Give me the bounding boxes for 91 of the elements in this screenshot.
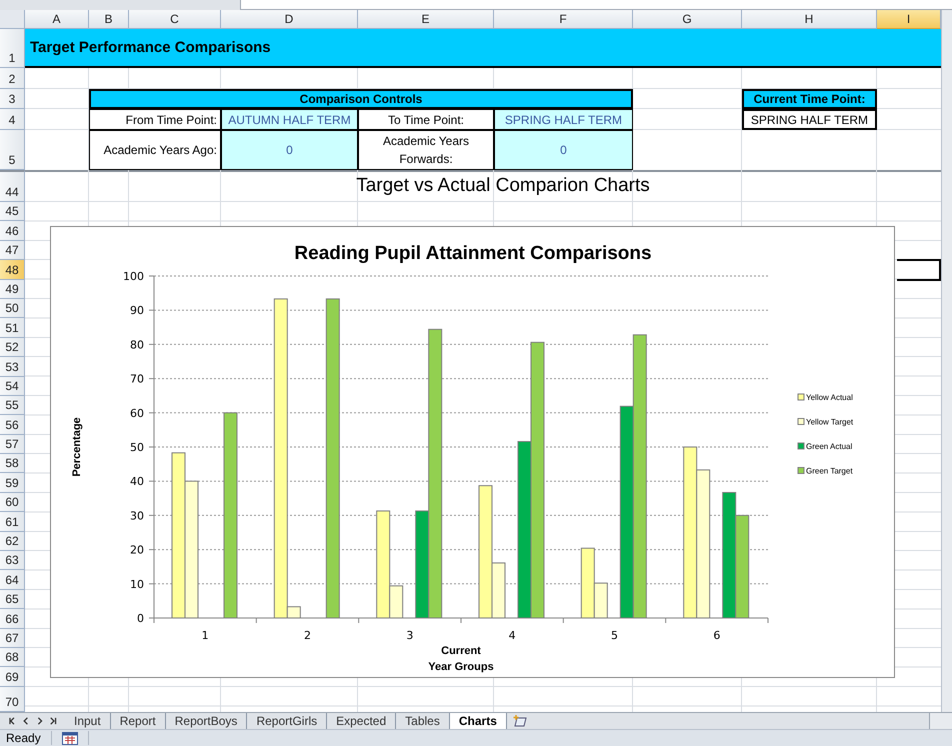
legend-entry: Green Actual [798, 442, 852, 451]
row-header[interactable]: 2 [0, 68, 25, 89]
legend-entry: Yellow Actual [798, 393, 853, 402]
legend-entry: Yellow Target [798, 418, 854, 426]
row-header[interactable]: 66 [0, 609, 25, 629]
legend-label: Green Actual [806, 442, 852, 451]
row-header[interactable]: 63 [0, 551, 25, 570]
controls-heading: Comparison Controls [89, 89, 633, 109]
y-tick-label: 60 [130, 406, 144, 420]
row-header[interactable]: 53 [0, 357, 25, 377]
legend-entry: Green Target [798, 466, 853, 476]
current-time-value: SPRING HALF TERM [742, 109, 877, 130]
row-header[interactable]: 57 [0, 434, 25, 454]
years-ago-field[interactable]: 0 [221, 130, 358, 170]
to-time-point-field[interactable]: SPRING HALF TERM [494, 109, 633, 130]
chart-title: Reading Pupil Attainment Comparisons [294, 243, 652, 264]
status-text: Ready [6, 731, 41, 745]
column-header[interactable]: B [89, 10, 129, 29]
row-header[interactable]: 45 [0, 202, 25, 222]
row-header[interactable]: 4 [0, 109, 25, 130]
sheet-tab[interactable]: Charts [450, 713, 507, 729]
row-header[interactable]: 50 [0, 298, 25, 318]
field-label: Academic Years Ago: [89, 130, 221, 170]
insert-sheet-icon[interactable] [512, 715, 528, 727]
y-tick-label: 10 [130, 578, 144, 591]
row-header[interactable]: 70 [0, 686, 25, 712]
last-sheet-icon[interactable] [50, 716, 59, 726]
row-header[interactable]: 49 [0, 280, 25, 299]
horizontal-scrollbar[interactable] [929, 713, 952, 729]
y-tick-label: 80 [130, 338, 144, 352]
column-header[interactable]: F [494, 10, 633, 29]
next-sheet-icon[interactable] [36, 716, 44, 726]
field-label: From Time Point: [89, 109, 221, 130]
years-forward-field[interactable]: 0 [494, 130, 633, 170]
row-header[interactable]: 68 [0, 648, 25, 668]
row-header[interactable]: 62 [0, 532, 25, 552]
row-header[interactable]: 1 [0, 29, 25, 68]
row-header[interactable]: 65 [0, 590, 25, 610]
row-header[interactable]: 3 [0, 89, 25, 109]
row-header[interactable]: 61 [0, 512, 25, 532]
row-header[interactable]: 46 [0, 221, 25, 241]
field-label: To Time Point: [358, 109, 494, 130]
row-header[interactable]: 52 [0, 338, 25, 358]
y-tick-label: 70 [130, 372, 144, 386]
row-header[interactable]: 47 [0, 240, 25, 260]
column-header[interactable]: A [25, 10, 89, 29]
y-tick-label: 40 [130, 475, 144, 488]
field-label: Academic Years Forwards: [358, 130, 494, 170]
row-header[interactable]: 67 [0, 628, 25, 648]
row-header[interactable]: 54 [0, 376, 25, 396]
y-tick-label: 30 [130, 509, 144, 522]
x-tick-label: 4 [508, 629, 516, 642]
from-time-point-field[interactable]: AUTUMN HALF TERM [221, 109, 358, 130]
row-header[interactable]: 58 [0, 454, 25, 474]
column-header[interactable]: E [358, 10, 494, 29]
x-tick-label: 2 [304, 629, 311, 642]
column-header[interactable]: D [221, 10, 358, 29]
vertical-scrollbar[interactable] [941, 10, 952, 712]
column-header[interactable]: I [877, 10, 941, 29]
charts-heading: Target vs Actual Comparion Charts [355, 174, 651, 198]
x-axis-title: Current Year Groups [428, 645, 494, 673]
row-header[interactable]: 64 [0, 570, 25, 590]
row-header[interactable]: 69 [0, 667, 25, 687]
y-tick-label: 0 [137, 612, 144, 625]
row-header[interactable]: 56 [0, 415, 25, 435]
column-header[interactable]: C [129, 10, 221, 29]
legend-label: Yellow Actual [806, 393, 854, 402]
legend-label: Green Target [806, 466, 854, 476]
x-tick-label: 1 [202, 629, 209, 642]
row-header[interactable]: 48 [0, 260, 25, 280]
column-header[interactable]: H [742, 10, 877, 29]
y-axis-title: Percentage [71, 417, 83, 477]
sheet-title: Target Performance Comparisons [25, 29, 941, 68]
row-header[interactable]: 55 [0, 396, 25, 416]
x-tick-label: 5 [611, 629, 618, 642]
current-time-heading: Current Time Point: [742, 89, 877, 109]
y-tick-label: 50 [130, 441, 144, 454]
row-header[interactable]: 60 [0, 492, 25, 512]
previous-sheet-icon[interactable] [20, 716, 30, 726]
row-header[interactable]: 44 [0, 170, 25, 202]
y-tick-label: 100 [123, 270, 144, 283]
y-tick-label: 90 [130, 304, 144, 318]
row-header[interactable]: 5 [0, 130, 25, 170]
y-tick-label: 20 [130, 544, 144, 557]
row-header[interactable]: 59 [0, 473, 25, 493]
x-tick-label: 3 [406, 629, 414, 642]
legend-label: Yellow Target [806, 418, 854, 426]
x-tick-label: 6 [713, 629, 720, 642]
spreadsheet-icon[interactable] [62, 732, 78, 744]
column-header[interactable]: G [633, 10, 742, 29]
row-header[interactable]: 51 [0, 318, 25, 338]
